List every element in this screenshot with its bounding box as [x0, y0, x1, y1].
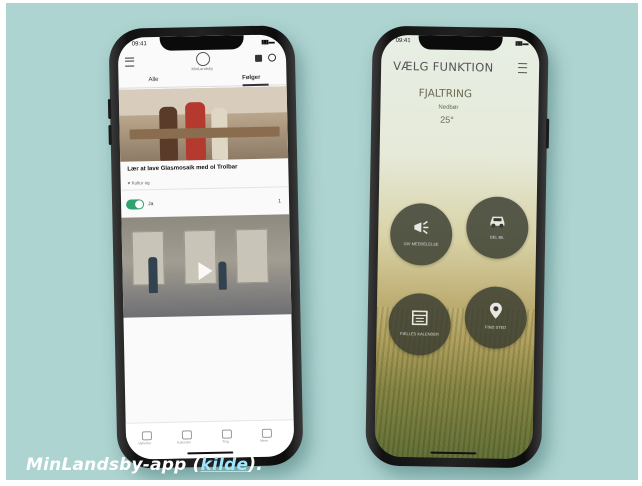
tab-label: Kalender	[177, 440, 192, 445]
sub-label: Nedbør	[438, 104, 459, 112]
mode-label: FJALTRING	[418, 87, 473, 101]
tab-label: Mere	[260, 438, 269, 443]
home-indicator	[187, 451, 234, 455]
things-icon[interactable]	[221, 429, 233, 439]
volume-button	[107, 98, 112, 120]
play-icon[interactable]	[198, 261, 213, 281]
more-icon[interactable]	[261, 428, 273, 438]
location-pin-icon	[489, 302, 502, 319]
post-image[interactable]	[118, 86, 289, 162]
function-label: FÆLLES KALENDER	[399, 331, 439, 337]
person-figure	[148, 257, 158, 294]
signal-icon: ▮▮▮ ▬	[261, 39, 274, 46]
megaphone-icon	[414, 220, 429, 235]
bottom-tab-bar: Nyheder Kalender Ting Mere	[125, 419, 295, 460]
attend-toggle[interactable]	[125, 199, 145, 210]
car-icon	[490, 216, 505, 228]
calendar-icon	[411, 310, 428, 326]
signal-icon: ▮▮▮ ▬	[514, 40, 528, 48]
post-meta: ♥ Kultur og	[127, 180, 150, 186]
person-figure	[218, 261, 227, 290]
figure: 09:41 ▮▮▮ ▬ MinLandsby Alle Følger Lær a…	[0, 0, 642, 486]
comment-count: 1	[278, 198, 282, 205]
right-screen: 09:41 ▮▮▮ ▬ VÆLG FUNKTION FJALTRING Nedb…	[374, 34, 540, 460]
notch	[159, 35, 244, 51]
post-headline[interactable]: Lær at lave Glasmosaik med ol Trolbar	[127, 163, 282, 173]
divider	[120, 186, 289, 191]
notch	[418, 35, 503, 51]
toggle-label: Ja	[148, 201, 154, 208]
app-header: MinLandsby	[118, 48, 286, 76]
function-button-announce[interactable]: GIV MEDDEL­ELSE	[389, 202, 453, 266]
tab-following[interactable]: Følger	[242, 75, 260, 81]
right-phone: 09:41 ▮▮▮ ▬ VÆLG FUNKTION FJALTRING Nedb…	[365, 25, 550, 469]
tab-label: Ting	[222, 439, 229, 444]
screen-title: VÆLG FUNKTION	[393, 58, 494, 75]
function-button-share-car[interactable]: DEL BIL	[465, 196, 529, 260]
status-time: 09:41	[131, 41, 147, 48]
menu-icon[interactable]	[518, 63, 528, 74]
figure-caption: MinLandsby-app (kilde).	[26, 455, 263, 475]
app-photo: 09:41 ▮▮▮ ▬ MinLandsby Alle Følger Lær a…	[6, 3, 638, 480]
source-link[interactable]: kilde	[201, 455, 249, 475]
tab-label: Nyheder	[138, 441, 152, 446]
left-screen: 09:41 ▮▮▮ ▬ MinLandsby Alle Følger Lær a…	[117, 34, 295, 460]
table	[129, 126, 280, 140]
calendar-icon[interactable]	[181, 430, 193, 440]
search-icon[interactable]	[267, 53, 277, 62]
video-thumbnail[interactable]	[121, 214, 292, 318]
power-button	[545, 118, 550, 149]
function-label: DEL BIL	[489, 234, 505, 240]
status-time: 09:41	[395, 37, 411, 45]
garage-door	[235, 228, 269, 284]
logo-icon	[195, 51, 211, 67]
news-icon[interactable]	[141, 431, 153, 441]
caption-text: MinLandsby-app (	[26, 455, 201, 475]
notification-icon[interactable]	[254, 54, 263, 62]
menu-icon[interactable]	[125, 57, 135, 67]
left-phone: 09:41 ▮▮▮ ▬ MinLandsby Alle Følger Lær a…	[107, 25, 304, 469]
function-label: GIV MEDDEL­ELSE	[403, 241, 439, 247]
tab-all[interactable]: Alle	[148, 77, 158, 83]
logo-text: MinLandsby	[191, 65, 214, 72]
function-label: FIND STED	[485, 324, 507, 330]
volume-button	[108, 124, 112, 146]
value-label: 25°	[440, 114, 454, 125]
caption-end: ).	[248, 455, 263, 475]
